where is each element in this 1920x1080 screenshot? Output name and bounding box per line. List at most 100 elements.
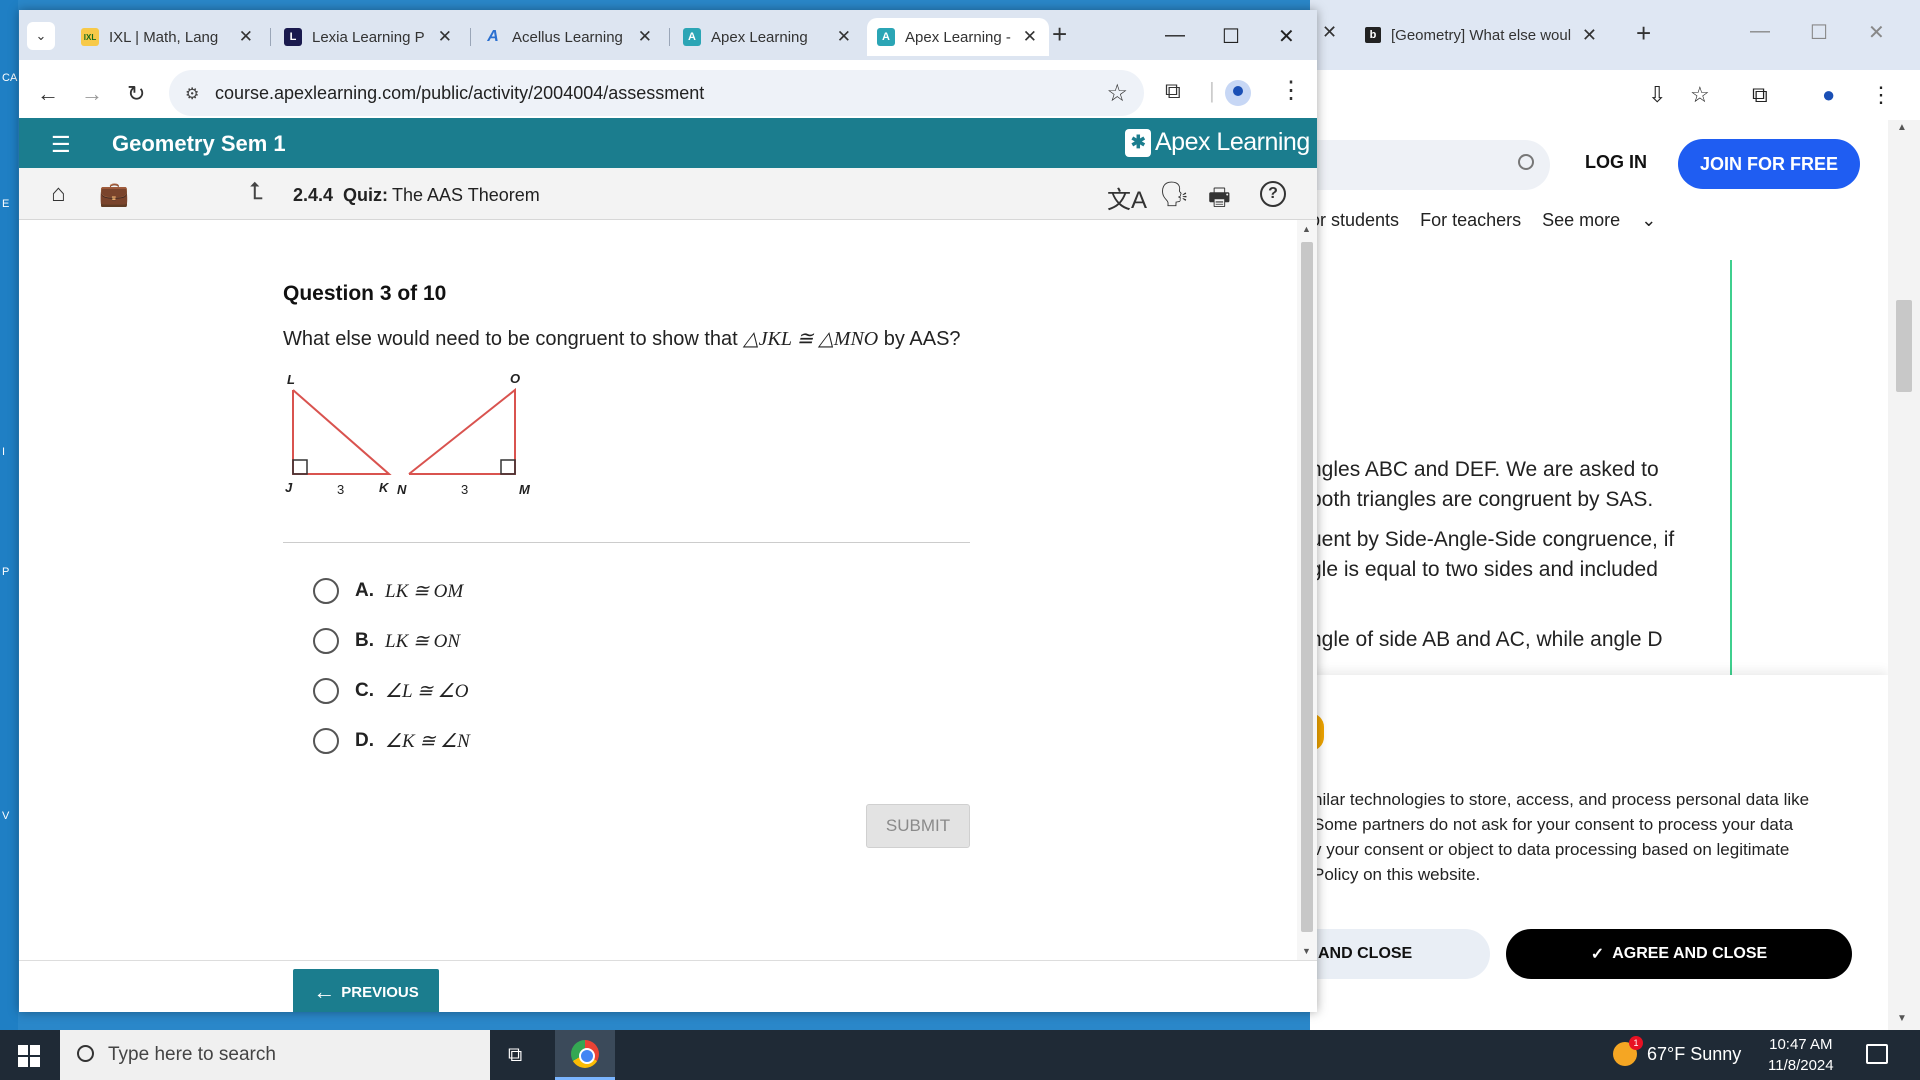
question-content: Question 3 of 10 What else would need to… (19, 220, 1297, 960)
forward-arrow-icon[interactable]: → (81, 81, 103, 107)
back-toolbar: ⇩ ☆ ⧉ ● ⋮ (1310, 70, 1920, 120)
search-icon (1518, 154, 1534, 170)
sun-icon: 1 (1613, 1036, 1643, 1066)
maximize-icon[interactable]: ☐ (1810, 20, 1828, 45)
check-icon: ✓ (1590, 946, 1605, 963)
accent-line (1730, 260, 1732, 675)
tab-lexia[interactable]: L Lexia Learning P ✕ (274, 18, 464, 56)
question-statement: △JKL ≅ △MNO (743, 328, 879, 350)
join-button[interactable]: JOIN FOR FREE (1678, 139, 1860, 189)
install-app-icon[interactable]: ⇩ (1648, 82, 1666, 108)
new-tab-icon[interactable]: + (1052, 21, 1067, 47)
tab-title: Apex Learning (711, 28, 808, 46)
translate-icon[interactable]: 文A (1107, 180, 1147, 215)
lexia-favicon-icon: L (284, 28, 302, 46)
text-to-speech-icon[interactable]: 🗣 (1159, 180, 1189, 209)
close-icon[interactable]: ✕ (837, 27, 851, 47)
close-icon[interactable]: ✕ (1582, 25, 1597, 46)
question-suffix: by AAS? (878, 328, 961, 350)
radio-button[interactable] (313, 628, 339, 654)
minimize-icon[interactable]: — (1750, 20, 1770, 43)
weather-widget[interactable]: 1 67°F Sunny (1613, 1036, 1741, 1066)
menu-kebab-icon[interactable]: ⋮ (1279, 76, 1303, 105)
hamburger-menu-icon[interactable]: ☰ (51, 132, 71, 158)
question-number: Question 3 of 10 (283, 282, 447, 305)
profile-avatar[interactable] (1225, 80, 1251, 106)
windows-start-icon[interactable] (18, 1045, 40, 1067)
vertex-label-j: J (285, 480, 293, 495)
content-scrollbar[interactable]: ▲ ▼ (1297, 220, 1317, 960)
nav-students[interactable]: or students (1310, 210, 1399, 230)
option-expression: ∠L ≅ ∠O (385, 680, 469, 702)
back-arrow-icon[interactable]: ← (37, 81, 59, 107)
maximize-icon[interactable]: ☐ (1222, 24, 1240, 49)
briefcase-icon[interactable]: 💼 (99, 180, 129, 209)
tab-ixl[interactable]: IXL IXL | Math, Lang ✕ (71, 18, 265, 56)
site-search-bar[interactable] (1310, 140, 1550, 190)
login-link[interactable]: LOG IN (1585, 152, 1647, 173)
extensions-icon[interactable]: ⧉ (1752, 82, 1768, 108)
scroll-thumb[interactable] (1896, 300, 1912, 392)
scroll-down-icon[interactable]: ▼ (1302, 946, 1311, 956)
nav-see-more[interactable]: See more (1542, 210, 1620, 230)
apex-logo: ✱ Apex Learning (1125, 128, 1310, 157)
tab-apex-active[interactable]: A Apex Learning - ✕ (867, 18, 1049, 56)
agree-close-button[interactable]: ✓ AGREE AND CLOSE (1506, 929, 1852, 979)
clock-time: 10:47 AM (1769, 1036, 1833, 1053)
scroll-up-icon[interactable]: ▲ (1897, 122, 1907, 133)
profile-icon[interactable]: ● (1822, 82, 1835, 108)
desktop-edge-label: P (2, 566, 10, 578)
option-letter: A. (355, 580, 374, 601)
submit-button[interactable]: SUBMIT (866, 804, 970, 848)
question-prefix: What else would need to be congruent to … (283, 328, 744, 350)
option-c[interactable]: C. ∠L ≅ ∠O (313, 676, 468, 706)
home-icon[interactable]: ⌂ (51, 180, 66, 208)
scroll-up-icon[interactable]: ▲ (1302, 224, 1311, 234)
scroll-thumb[interactable] (1301, 242, 1313, 932)
reload-icon[interactable]: ↻ (127, 81, 145, 107)
help-icon[interactable]: ? (1260, 181, 1286, 207)
nav-teachers[interactable]: For teachers (1420, 210, 1521, 230)
notification-center-icon[interactable] (1866, 1044, 1888, 1064)
close-icon[interactable]: ✕ (1023, 27, 1037, 47)
minimize-icon[interactable]: — (1165, 24, 1185, 47)
radio-button[interactable] (313, 578, 339, 604)
close-window-icon[interactable]: ✕ (1868, 20, 1885, 45)
previous-button[interactable]: ← PREVIOUS (293, 969, 439, 1012)
taskbar-search-box[interactable]: Type here to search (60, 1030, 490, 1080)
extensions-icon[interactable]: ⧉ (1165, 78, 1181, 104)
option-b[interactable]: B. LK ≅ ON (313, 626, 460, 656)
up-arrow-icon[interactable]: ⮤ (249, 178, 263, 206)
back-tab-geometry[interactable]: b [Geometry] What else woul ✕ (1347, 18, 1617, 52)
new-tab-icon[interactable]: + (1636, 18, 1651, 49)
page-scrollbar[interactable]: ▲ ▼ (1888, 120, 1920, 1030)
close-icon[interactable]: ✕ (438, 27, 452, 47)
url-bar[interactable]: ⚙ course.apexlearning.com/public/activit… (169, 70, 1144, 116)
tab-search-dropdown-icon[interactable]: ⌄ (27, 22, 55, 50)
scroll-down-icon[interactable]: ▼ (1897, 1013, 1907, 1024)
option-a[interactable]: A. LK ≅ OM (313, 576, 463, 606)
close-icon[interactable]: ✕ (1322, 22, 1337, 43)
answer-text-line: uent by Side-Angle-Side congruence, if (1310, 528, 1675, 551)
print-icon[interactable]: 🖶 (1208, 180, 1231, 221)
tab-apex-1[interactable]: A Apex Learning ✕ (673, 18, 863, 56)
radio-button[interactable] (313, 728, 339, 754)
site-settings-icon[interactable]: ⚙ (185, 84, 199, 104)
close-window-icon[interactable]: ✕ (1278, 24, 1295, 49)
task-view-icon[interactable]: ⧉ (508, 1044, 522, 1067)
radio-button[interactable] (313, 678, 339, 704)
system-clock[interactable]: 10:47 AM 11/8/2024 (1768, 1034, 1834, 1076)
chrome-taskbar-button[interactable] (555, 1030, 615, 1080)
side-length-label: 3 (461, 482, 468, 497)
option-d[interactable]: D. ∠K ≅ ∠N (313, 726, 470, 756)
quiz-footer: ← PREVIOUS (19, 960, 1317, 1012)
bookmark-star-icon[interactable]: ☆ (1106, 79, 1128, 108)
tab-acellus[interactable]: A Acellus Learning ✕ (474, 18, 664, 56)
close-icon[interactable]: ✕ (239, 27, 253, 47)
menu-kebab-icon[interactable]: ⋮ (1870, 82, 1892, 108)
close-icon[interactable]: ✕ (638, 27, 652, 47)
bookmark-star-icon[interactable]: ☆ (1690, 82, 1710, 108)
reject-close-button[interactable]: AND CLOSE (1310, 929, 1490, 979)
back-tab-bar: ✕ b [Geometry] What else woul ✕ + — ☐ ✕ (1310, 0, 1920, 70)
activity-bar: ⌂ 💼 ⮤ 2.4.4 Quiz: The AAS Theorem 文A 🗣 🖶… (19, 168, 1317, 220)
